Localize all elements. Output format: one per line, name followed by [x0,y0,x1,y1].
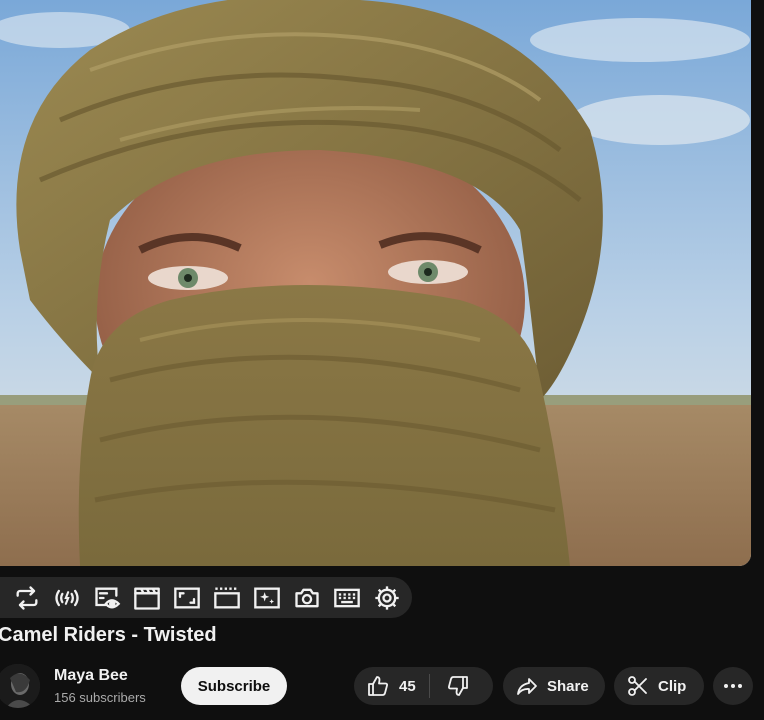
keyboard-button[interactable] [327,581,367,615]
cinema-icon [134,587,160,610]
dislike-button[interactable] [430,667,486,705]
screen-filter-icon [254,587,280,608]
more-horizontal-icon [724,684,742,688]
video-title: Camel Riders - Twisted [0,624,217,646]
thumbs-down-icon [447,676,468,696]
camera-icon [295,588,319,607]
frame-by-frame-button[interactable] [207,581,247,615]
frame-by-frame-icon [214,587,240,608]
share-icon [517,678,537,695]
clip-button[interactable]: Clip [614,667,704,705]
cinema-button[interactable] [127,581,167,615]
scissors-icon [628,676,647,696]
avatar-image [0,664,40,708]
broadcast-button[interactable] [47,581,87,615]
mini-view-button[interactable] [87,581,127,615]
screen-filter-button[interactable] [247,581,287,615]
channel-name[interactable]: Maya Bee [54,667,128,685]
thumbs-up-icon [368,676,388,696]
video-player[interactable] [0,0,751,566]
loop-icon [16,585,38,610]
share-button[interactable]: Share [503,667,605,705]
keyboard-icon [334,588,360,607]
mini-view-icon [95,587,121,608]
settings-button[interactable] [367,581,407,615]
resize-button[interactable] [167,581,207,615]
player-extension-toolbar [0,577,412,618]
subscriber-count: 156 subscribers [54,690,146,705]
more-actions-button[interactable] [713,667,753,705]
share-label: Share [547,677,589,695]
channel-avatar[interactable] [0,664,40,708]
like-count: 45 [399,677,416,695]
gear-icon [375,585,399,610]
screenshot-button[interactable] [287,581,327,615]
resize-icon [174,587,200,608]
subscribe-button[interactable]: Subscribe [181,667,287,705]
loop-button[interactable] [7,581,47,615]
like-dislike-group: 45 [354,667,493,705]
video-frame-image [0,0,751,566]
clip-label: Clip [658,677,687,695]
broadcast-icon [55,589,79,606]
like-button[interactable]: 45 [354,667,416,705]
watch-page: Camel Riders - Twisted Maya Bee 156 subs… [0,0,764,720]
